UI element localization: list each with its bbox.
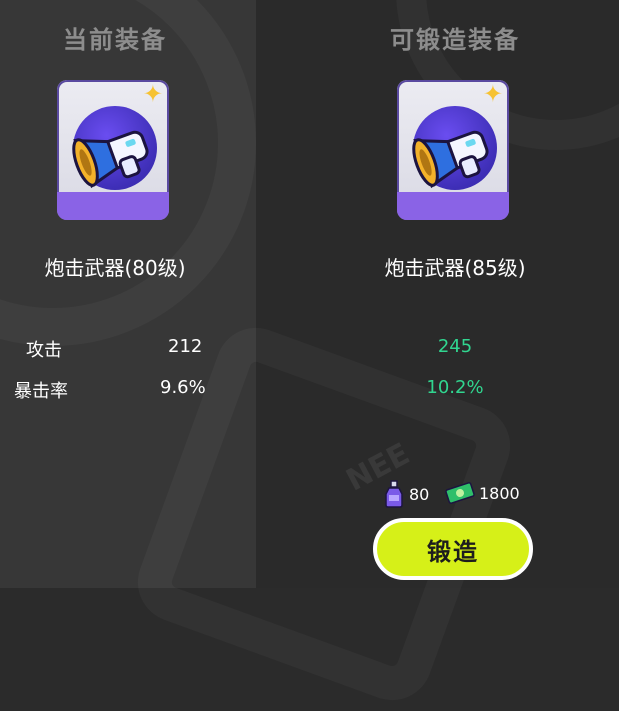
stat-value-crit-rate: 9.6%: [160, 377, 206, 398]
card-rarity-band: [397, 192, 509, 220]
potion-bottle-icon: [385, 480, 403, 508]
current-equipment-title: 当前装备: [63, 26, 167, 54]
cash-icon: [445, 482, 475, 504]
potion-cost: 80: [383, 480, 429, 508]
cash-cost: 1800: [445, 480, 520, 506]
stat-value-attack: 212: [168, 336, 203, 357]
stat-label-attack: 攻击: [26, 340, 62, 361]
forged-stat-crit-rate: 10.2%: [426, 377, 484, 398]
forgeable-equipment-card[interactable]: ✦: [397, 80, 509, 220]
potion-cost-amount: 80: [409, 484, 430, 504]
star-icon: ✦: [142, 80, 163, 108]
forged-stat-attack: 245: [437, 336, 473, 357]
current-equipment-card[interactable]: ✦: [57, 80, 169, 220]
forgeable-equipment-title: 可锻造装备: [390, 26, 520, 54]
weapon-cannon-icon: [72, 130, 149, 189]
weapon-cannon-icon: [412, 130, 489, 189]
forge-button[interactable]: 锻造: [373, 518, 533, 580]
stat-label-crit-rate: 暴击率: [14, 381, 68, 402]
forgeable-item-name: 炮击武器(85级): [384, 256, 526, 280]
star-icon: ✦: [482, 80, 503, 108]
cash-cost-amount: 1800: [479, 483, 520, 503]
current-item-name: 炮击武器(80级): [44, 256, 186, 280]
card-rarity-band: [57, 192, 169, 220]
